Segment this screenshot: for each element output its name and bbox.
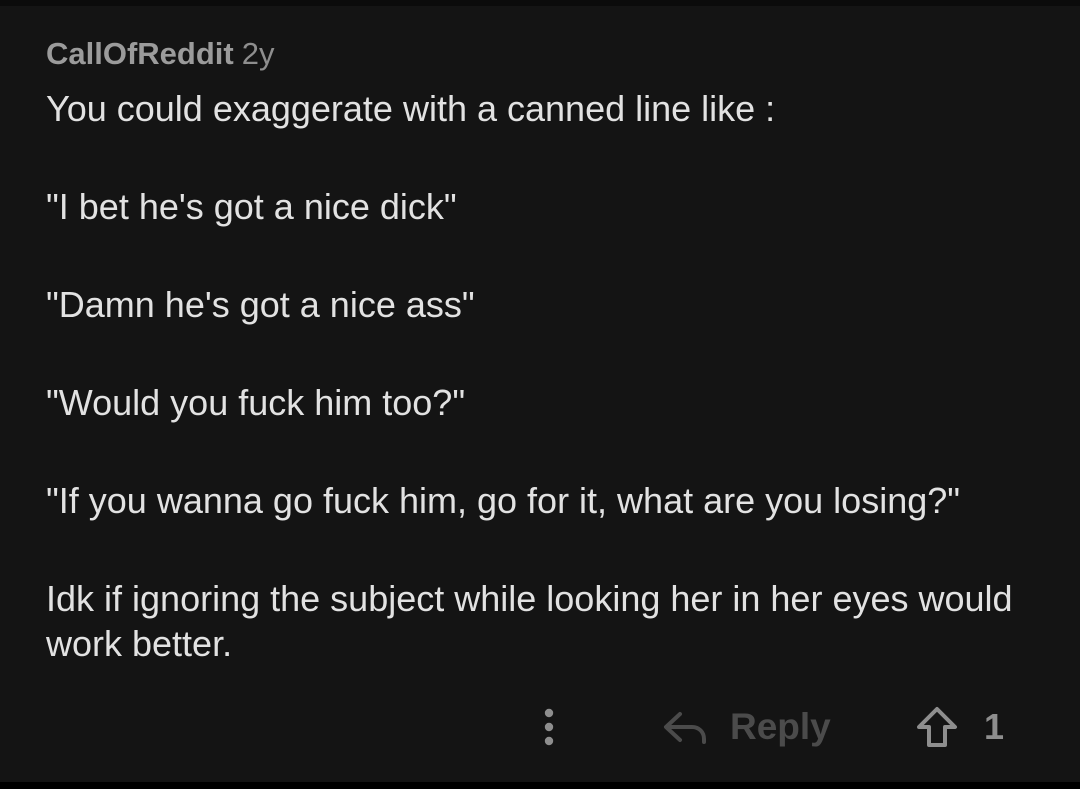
author-username[interactable]: CallOfReddit [46, 36, 234, 71]
comment-paragraph: "Would you fuck him too?" [46, 382, 466, 423]
comment-age: 2y [241, 36, 275, 71]
vertical-dots-icon [544, 708, 554, 746]
comment-paragraph: "Damn he's got a nice ass" [46, 284, 475, 325]
comment-paragraph: You could exaggerate with a canned line … [46, 88, 776, 129]
comment-paragraph: Idk if ignoring the subject while lookin… [46, 578, 1013, 664]
comment-card: CallOfReddit 2y You could exaggerate with… [0, 6, 1080, 782]
upvote-button[interactable] [914, 703, 960, 751]
comment-body: You could exaggerate with a canned line … [46, 86, 1046, 666]
bottom-divider [0, 782, 1080, 789]
reply-label: Reply [730, 706, 831, 747]
comment-actions: Reply 1 [0, 695, 1080, 759]
comment-paragraph: "I bet he's got a nice dick" [46, 186, 457, 227]
comment-meta: CallOfReddit 2y [46, 36, 274, 72]
comment-paragraph: "If you wanna go fuck him, go for it, wh… [46, 480, 961, 521]
reply-arrow-icon [664, 712, 706, 744]
upvote-arrow-icon [917, 707, 957, 747]
more-options-button[interactable] [530, 703, 568, 751]
upvote-count: 1 [984, 706, 1005, 747]
reply-button[interactable]: Reply [660, 703, 831, 751]
